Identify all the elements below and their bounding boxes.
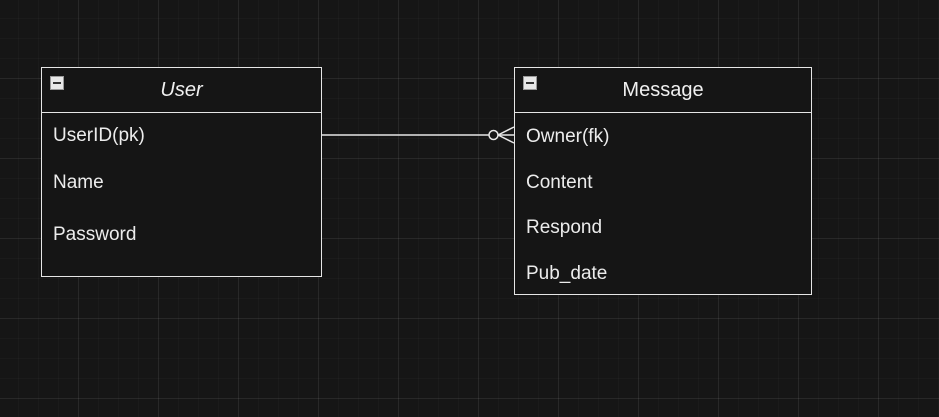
user-attribute-userid[interactable]: UserID(pk) <box>53 125 145 147</box>
entity-user[interactable]: User UserID(pk) Name Password <box>41 67 322 277</box>
crowfoot-lower-icon <box>497 134 515 144</box>
zero-cardinality-icon <box>488 129 499 141</box>
entity-message-header[interactable]: Message <box>515 68 811 113</box>
user-attribute-password[interactable]: Password <box>53 224 136 246</box>
message-attribute-owner[interactable]: Owner(fk) <box>526 126 609 148</box>
entity-message[interactable]: Message Owner(fk) Content Respond Pub_da… <box>514 67 812 295</box>
message-attribute-pubdate[interactable]: Pub_date <box>526 263 607 285</box>
collapse-minus-icon[interactable] <box>50 76 64 90</box>
entity-message-title: Message <box>622 78 704 101</box>
diagram-canvas[interactable]: User UserID(pk) Name Password Message Ow… <box>0 0 939 417</box>
crowfoot-upper-icon <box>497 126 515 136</box>
user-attribute-name[interactable]: Name <box>53 172 104 194</box>
message-attribute-respond[interactable]: Respond <box>526 217 602 239</box>
entity-user-header[interactable]: User <box>42 68 321 113</box>
collapse-minus-icon[interactable] <box>523 76 537 90</box>
message-attribute-content[interactable]: Content <box>526 172 593 194</box>
entity-user-title: User <box>160 78 203 101</box>
